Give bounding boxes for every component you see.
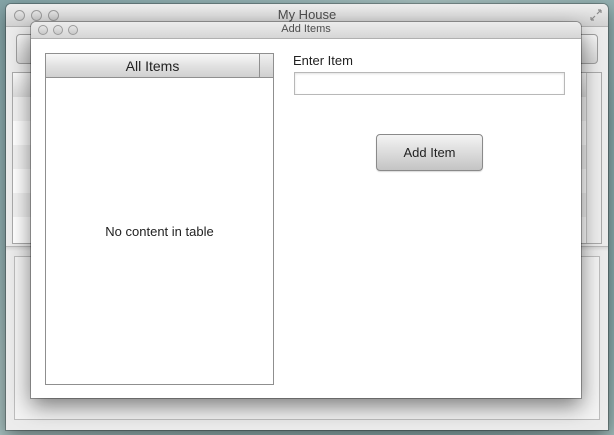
- add-item-button[interactable]: Add Item: [376, 134, 483, 171]
- main-table-scrollbar[interactable]: [586, 73, 601, 243]
- column-menu-button[interactable]: [259, 54, 273, 77]
- enter-item-label: Enter Item: [293, 53, 353, 68]
- dialog-title: Add Items: [281, 23, 331, 35]
- all-items-table[interactable]: All Items No content in table: [45, 53, 274, 385]
- all-items-column-header[interactable]: All Items: [46, 54, 273, 78]
- main-window-title: My House: [277, 7, 337, 22]
- dialog-titlebar[interactable]: Add Items: [31, 22, 581, 39]
- enter-item-input[interactable]: [294, 72, 565, 95]
- add-items-dialog: Add Items All Items No content in table …: [31, 22, 581, 398]
- empty-table-placeholder: No content in table: [105, 224, 214, 239]
- column-header-label: All Items: [125, 58, 180, 74]
- fullscreen-resize-icon[interactable]: [590, 9, 602, 21]
